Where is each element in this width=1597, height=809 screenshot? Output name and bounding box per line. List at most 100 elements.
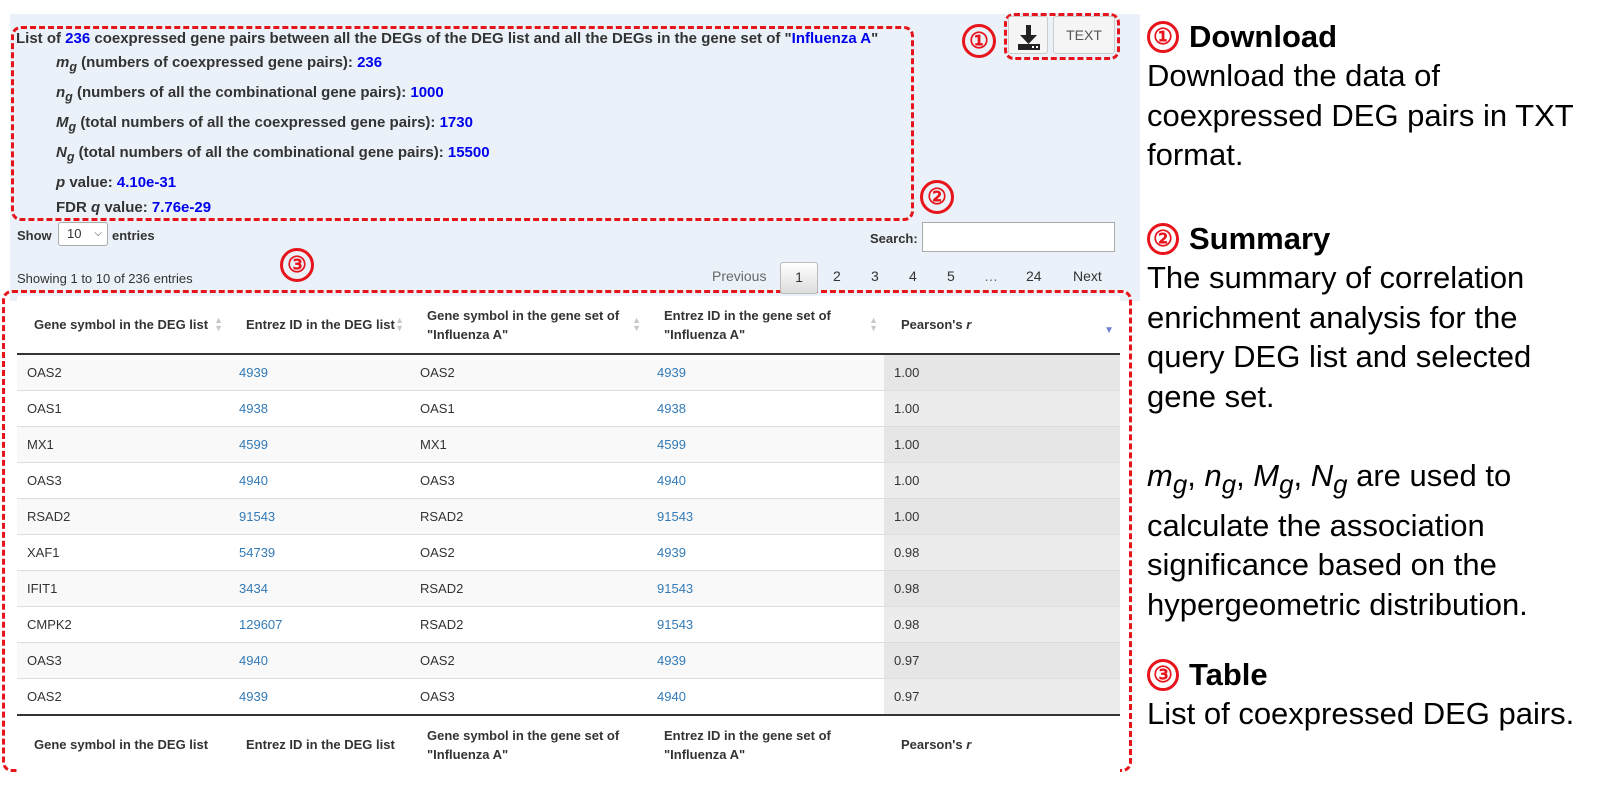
cell-deg-symbol: OAS3: [17, 642, 229, 679]
cell-set-symbol: OAS2: [410, 534, 647, 571]
footer-deg-entrez: Entrez ID in the DEG list: [229, 714, 410, 773]
cell-set-symbol: OAS3: [410, 462, 647, 499]
showing-info: Showing 1 to 10 of 236 entries: [17, 271, 193, 286]
cell-deg-symbol: OAS1: [17, 390, 229, 427]
cell-set-symbol: RSAD2: [410, 570, 647, 607]
cell-deg-symbol: XAF1: [17, 534, 229, 571]
cell-deg-symbol: OAS2: [17, 678, 229, 715]
legend-variables-desc: mg, ng, Mg, Ng are used to calculate the…: [1147, 458, 1528, 622]
cell-set-entrez[interactable]: 4938: [647, 390, 884, 427]
footer-deg-symbol: Gene symbol in the DEG list: [17, 714, 229, 773]
cell-deg-entrez[interactable]: 4939: [229, 678, 410, 715]
legend-download-desc: Download the data of coexpressed DEG pai…: [1147, 58, 1574, 172]
cell-set-symbol: OAS2: [410, 642, 647, 679]
sort-desc-icon: ▼: [1104, 325, 1114, 336]
callout-one: ①: [962, 24, 996, 58]
legend-summary: ② Summary The summary of correlation enri…: [1147, 220, 1587, 416]
table-row: OAS1 4938 OAS1 4938 1.00: [17, 390, 1120, 427]
cell-set-entrez[interactable]: 4599: [647, 426, 884, 463]
table-row: MX1 4599 MX1 4599 1.00: [17, 426, 1120, 463]
cell-set-entrez[interactable]: 4939: [647, 642, 884, 679]
cell-pearson: 0.98: [884, 570, 1120, 607]
cell-pearson: 1.00: [884, 426, 1120, 463]
cell-deg-symbol: IFIT1: [17, 570, 229, 607]
previous-button[interactable]: Previous: [712, 268, 766, 284]
cell-pearson: 1.00: [884, 498, 1120, 535]
page-1-button[interactable]: 1: [780, 262, 818, 294]
cell-set-symbol: RSAD2: [410, 498, 647, 535]
sort-icon: ▲ ▼: [214, 315, 223, 333]
table-footer-row: Gene symbol in the DEG list Entrez ID in…: [17, 714, 1120, 773]
col-header-set-entrez[interactable]: Entrez ID in the gene set of "Influenza …: [647, 296, 884, 355]
cell-pearson: 1.00: [884, 390, 1120, 427]
callout-two: ②: [920, 180, 954, 214]
page-5-button[interactable]: 5: [947, 268, 955, 284]
footer-set-symbol: Gene symbol in the gene set of "Influenz…: [410, 714, 647, 773]
cell-set-entrez[interactable]: 91543: [647, 606, 884, 643]
show-label: Show: [17, 228, 52, 243]
cell-deg-entrez[interactable]: 4599: [229, 426, 410, 463]
cell-set-entrez[interactable]: 4939: [647, 534, 884, 571]
cell-set-entrez[interactable]: 91543: [647, 570, 884, 607]
table-row: OAS3 4940 OAS2 4939 0.97: [17, 642, 1120, 679]
legend-summary-desc: The summary of correlation enrichment an…: [1147, 260, 1532, 414]
cell-deg-entrez[interactable]: 91543: [229, 498, 410, 535]
table-row: CMPK2 129607 RSAD2 91543 0.98: [17, 606, 1120, 643]
legend-variables: mg, ng, Mg, Ng are used to calculate the…: [1147, 456, 1587, 624]
cell-set-entrez[interactable]: 4940: [647, 462, 884, 499]
page-4-button[interactable]: 4: [909, 268, 917, 284]
cell-pearson: 0.97: [884, 642, 1120, 679]
page-24-button[interactable]: 24: [1026, 268, 1042, 284]
coexpressed-pairs-table: Gene symbol in the DEG list ▲ ▼ Entrez ID …: [17, 296, 1120, 773]
cell-set-symbol: OAS3: [410, 678, 647, 715]
entries-select[interactable]: 10 ⌵: [58, 222, 108, 246]
cell-set-entrez[interactable]: 4939: [647, 353, 884, 391]
footer-pearson: Pearson's r: [884, 714, 1120, 773]
table-row: RSAD2 91543 RSAD2 91543 1.00: [17, 498, 1120, 535]
cell-set-symbol: OAS1: [410, 390, 647, 427]
text-format-button[interactable]: TEXT: [1053, 16, 1115, 54]
cell-deg-entrez[interactable]: 4940: [229, 642, 410, 679]
col-header-pearson[interactable]: Pearson's r ▼: [884, 296, 1120, 355]
page-2-button[interactable]: 2: [833, 268, 841, 284]
legend-summary-title: Summary: [1189, 221, 1331, 256]
download-button[interactable]: [1008, 16, 1048, 54]
col-header-deg-entrez[interactable]: Entrez ID in the DEG list ▲ ▼: [229, 296, 410, 355]
cell-deg-entrez[interactable]: 3434: [229, 570, 410, 607]
cell-deg-entrez[interactable]: 129607: [229, 606, 410, 643]
search-input[interactable]: [922, 222, 1115, 252]
entries-label: entries: [112, 228, 155, 243]
cell-pearson: 0.98: [884, 534, 1120, 571]
table-header-row: Gene symbol in the DEG list ▲ ▼ Entrez ID …: [17, 296, 1120, 355]
download-icon: [1018, 25, 1040, 50]
table-row: OAS2 4939 OAS2 4939 1.00: [17, 353, 1120, 391]
sort-icon: ▲ ▼: [632, 315, 641, 333]
page-3-button[interactable]: 3: [871, 268, 879, 284]
search-label: Search:: [870, 231, 918, 246]
legend-download-title: Download: [1189, 19, 1338, 54]
table-row: OAS3 4940 OAS3 4940 1.00: [17, 462, 1120, 499]
cell-deg-symbol: MX1: [17, 426, 229, 463]
next-button[interactable]: Next: [1073, 268, 1102, 284]
cell-pearson: 1.00: [884, 462, 1120, 499]
table-row: XAF1 54739 OAS2 4939 0.98: [17, 534, 1120, 571]
cell-set-entrez[interactable]: 4940: [647, 678, 884, 715]
cell-deg-entrez[interactable]: 4940: [229, 462, 410, 499]
cell-deg-symbol: OAS3: [17, 462, 229, 499]
cell-set-symbol: OAS2: [410, 353, 647, 391]
col-header-set-symbol[interactable]: Gene symbol in the gene set of "Influenz…: [410, 296, 647, 355]
legend-num-three: ③: [1147, 659, 1179, 691]
cell-set-symbol: MX1: [410, 426, 647, 463]
cell-pearson: 0.98: [884, 606, 1120, 643]
col-header-deg-symbol[interactable]: Gene symbol in the DEG list ▲ ▼: [17, 296, 229, 355]
legend-num-one: ①: [1147, 21, 1179, 53]
legend-num-two: ②: [1147, 223, 1179, 255]
cell-deg-entrez[interactable]: 4939: [229, 353, 410, 391]
legend-table-title: Table: [1189, 657, 1268, 692]
cell-set-entrez[interactable]: 91543: [647, 498, 884, 535]
cell-deg-symbol: OAS2: [17, 353, 229, 391]
cell-deg-entrez[interactable]: 4938: [229, 390, 410, 427]
cell-deg-entrez[interactable]: 54739: [229, 534, 410, 571]
summary-highlight-box: [11, 26, 914, 221]
cell-pearson: 1.00: [884, 353, 1120, 391]
